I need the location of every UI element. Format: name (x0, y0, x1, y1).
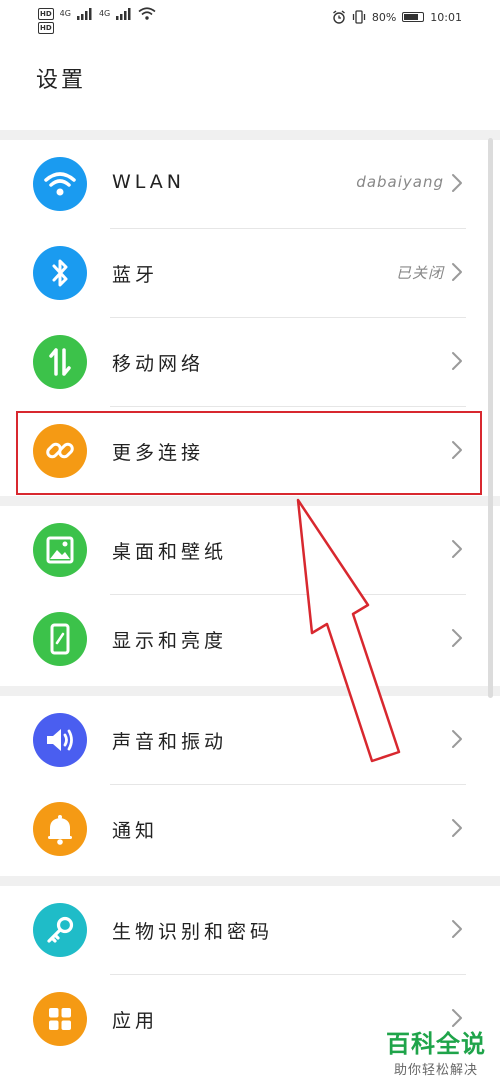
annotation-arrow-icon (296, 498, 401, 763)
watermark-title: 百科全说 (386, 1030, 486, 1058)
watermark: 百科全说 助你轻松解决 (386, 1024, 486, 1078)
watermark-subtitle: 助你轻松解决 (393, 1063, 478, 1078)
